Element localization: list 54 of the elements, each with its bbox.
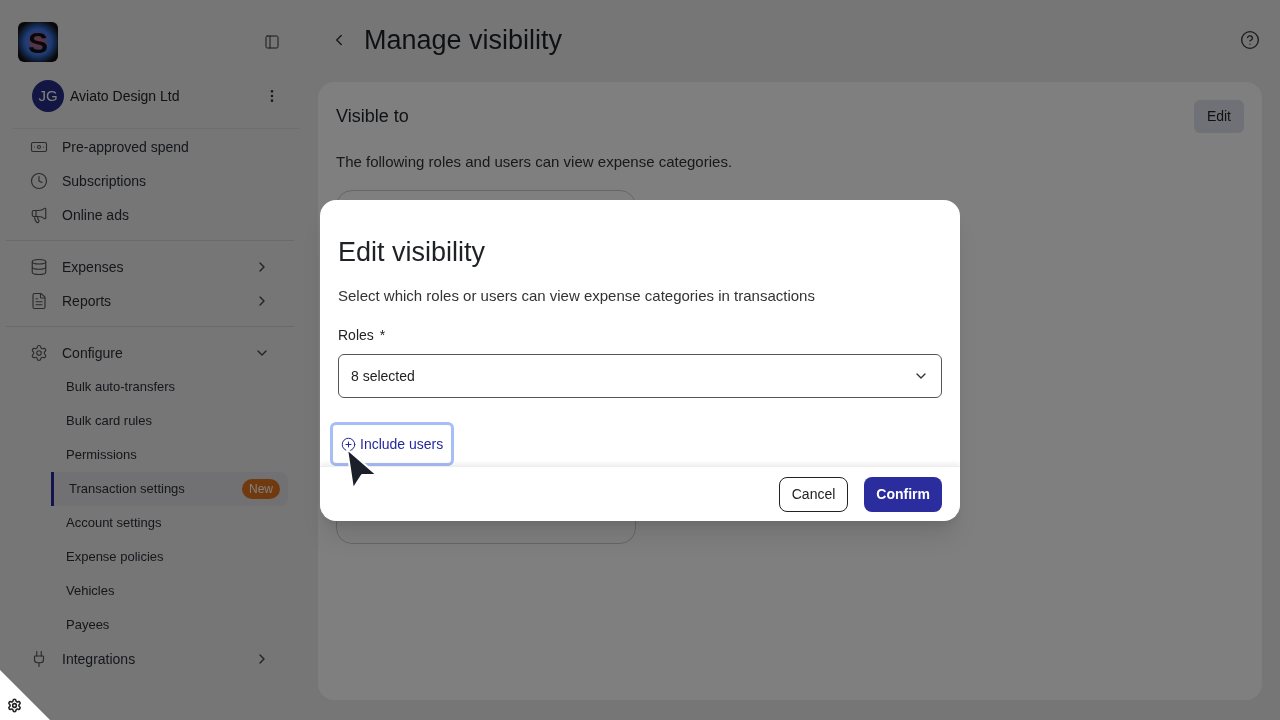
nav-label: Bulk card rules	[66, 412, 153, 431]
nav-subitem[interactable]: Expense policies	[51, 540, 288, 574]
logo: S	[18, 22, 58, 62]
nav-label: Vehicles	[66, 582, 116, 601]
nav-subitem[interactable]: Vehicles	[51, 574, 288, 608]
nav-subitem[interactable]: Transaction settings New	[51, 472, 288, 506]
nav-subitem[interactable]: Bulk card rules	[51, 404, 288, 438]
nav-item[interactable]: Reports	[6, 284, 294, 318]
document-icon	[30, 292, 48, 310]
gear-icon	[30, 344, 48, 362]
help-icon[interactable]	[1240, 30, 1260, 50]
nav-label: Online ads	[62, 205, 130, 225]
nav-label: Expense policies	[66, 548, 165, 567]
database-icon	[30, 258, 48, 276]
nav-subitem[interactable]: Bulk auto-transfers	[51, 370, 288, 404]
gear-icon[interactable]	[7, 698, 22, 713]
nav-label: Payees	[66, 616, 111, 635]
avatar: JG	[32, 80, 64, 112]
section-description: The following roles and users can view expense categories.	[336, 152, 734, 172]
nav-label: Bulk auto-transfers	[66, 378, 177, 397]
clock-icon	[30, 172, 48, 190]
roles-select[interactable]: 8 selected	[338, 354, 942, 398]
nav-subitem[interactable]: Payees	[51, 608, 288, 642]
nav-label: Subscriptions	[62, 171, 148, 191]
edit-button[interactable]: Edit	[1193, 100, 1244, 133]
organization-name: Aviato Design Ltd	[70, 86, 181, 106]
nav-item[interactable]: Subscriptions	[6, 164, 294, 198]
section-title: Visible to	[336, 105, 409, 128]
new-badge: New	[242, 479, 280, 499]
page-title: Manage visibility	[364, 23, 564, 57]
confirm-button[interactable]: Confirm	[864, 476, 942, 512]
nav-label: Integrations	[62, 649, 137, 669]
nav-item[interactable]: Pre-approved spend	[6, 130, 294, 164]
nav-label: Transaction settings	[69, 480, 186, 499]
nav-label: Reports	[62, 291, 113, 311]
nav-label: Expenses	[62, 257, 125, 277]
nav-item[interactable]: Online ads	[6, 198, 294, 232]
dialog-description: Select which roles or users can view expense categories in transactions	[338, 285, 816, 306]
nav-label: Account settings	[66, 514, 163, 533]
nav-item[interactable]: Expenses	[6, 250, 294, 284]
nav-subitem[interactable]: Permissions	[51, 438, 288, 472]
plus-icon	[341, 436, 356, 452]
sidebar-toggle-icon[interactable]	[264, 34, 280, 50]
nav-label: Permissions	[66, 446, 138, 465]
cancel-button[interactable]: Cancel	[778, 476, 849, 512]
nav-label: Pre-approved spend	[62, 137, 190, 157]
nav-item[interactable]: Configure	[6, 336, 294, 370]
nav-subitem[interactable]: Account settings	[51, 506, 288, 540]
dialog-title: Edit visibility	[338, 236, 487, 269]
megaphone-icon	[30, 206, 48, 224]
nav-label: Configure	[62, 343, 124, 363]
field-label: Roles	[338, 326, 374, 345]
nav-item[interactable]: Integrations	[6, 642, 294, 676]
required-mark: *	[379, 326, 386, 345]
